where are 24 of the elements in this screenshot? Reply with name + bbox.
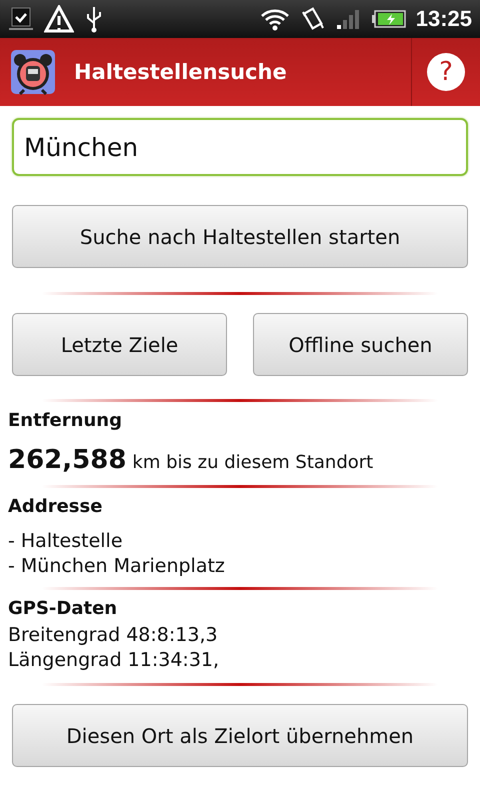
apply-destination-button[interactable]: Diesen Ort als Zielort übernehmen xyxy=(12,704,468,767)
search-field[interactable]: München xyxy=(12,118,468,176)
usb-icon xyxy=(84,5,104,33)
clock-time: 13:25 xyxy=(416,6,472,32)
info-line: - München Marienplatz xyxy=(8,554,226,579)
help-button[interactable]: ? xyxy=(427,53,465,91)
warning-icon xyxy=(44,5,74,33)
download-done-icon xyxy=(8,6,34,32)
distance-label: km bis zu diesem Standort xyxy=(132,452,374,473)
action-button[interactable]: Offline suchen xyxy=(253,313,468,376)
info-line: Breitengrad 48:8:13,3 xyxy=(8,623,219,648)
section-heading: Entfernung xyxy=(8,410,123,431)
signal-icon xyxy=(336,8,362,30)
section-heading: Addresse xyxy=(8,496,104,517)
screen-title: Haltestellensuche xyxy=(74,60,288,84)
wifi-icon xyxy=(260,7,290,31)
battery-charging-icon xyxy=(372,9,406,29)
search-button[interactable]: Suche nach Haltestellen starten xyxy=(12,205,468,268)
info-line: Längengrad 11:34:31, xyxy=(8,648,220,673)
distance-value: 262,588 xyxy=(8,445,126,475)
vibrate-icon xyxy=(300,6,326,32)
action-button[interactable]: Letzte Ziele xyxy=(12,313,227,376)
info-line: - Haltestelle xyxy=(8,529,124,554)
section-heading: GPS-Daten xyxy=(8,598,118,619)
